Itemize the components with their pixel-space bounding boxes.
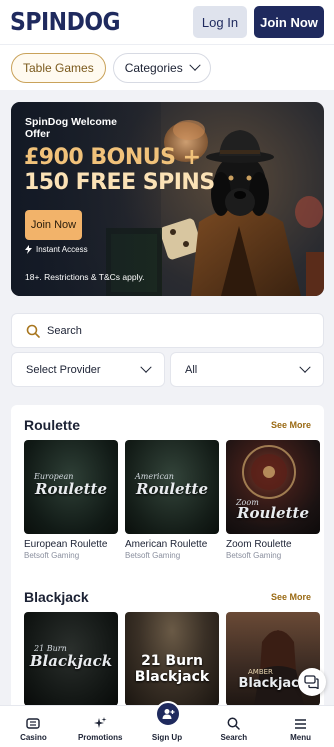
provider-select-value: Select Provider — [26, 363, 101, 376]
banner-bonus-amount: £900 BONUS + — [24, 145, 201, 170]
search-input[interactable]: Search — [11, 313, 324, 348]
thumb-prefix: AMBER — [248, 668, 273, 676]
game-title: American Roulette — [125, 539, 208, 550]
game-title: Zoom Roulette — [226, 539, 292, 550]
header: SPINDOG Log In Join Now — [0, 0, 334, 44]
game-card[interactable]: 21 Burn Blackjack — [24, 612, 118, 705]
chat-icon — [304, 675, 319, 689]
nav-signup-label: Sign Up — [151, 733, 183, 742]
game-thumbnail[interactable]: Zoom Roulette — [226, 440, 320, 534]
nav-promotions-label: Promotions — [77, 733, 123, 742]
game-thumbnail[interactable]: 21 Burn Blackjack — [24, 612, 118, 705]
categories-dropdown[interactable]: Categories — [112, 52, 211, 83]
thumb-prefix: 21 Burn — [141, 653, 203, 669]
game-provider: Betsoft Gaming — [24, 551, 80, 560]
section-title: Roulette — [24, 417, 80, 433]
categories-label: Categories — [124, 60, 183, 75]
sparkle-icon — [94, 717, 107, 728]
instant-access-note: Instant Access — [25, 245, 88, 254]
type-select[interactable]: All — [170, 352, 324, 387]
game-title: European Roulette — [24, 539, 108, 550]
game-card[interactable]: 21 Burn Blackjack — [125, 612, 219, 705]
header-actions: Log In Join Now — [193, 6, 324, 38]
roulette-section-header: Roulette See More — [24, 417, 311, 433]
game-provider: Betsoft Gaming — [226, 551, 282, 560]
type-select-value: All — [185, 363, 198, 376]
section-title: Blackjack — [24, 589, 89, 605]
casino-icon — [26, 718, 41, 729]
game-card[interactable]: Zoom Roulette Zoom Roulette Betsoft Gami… — [226, 440, 320, 560]
game-thumbnail[interactable]: 21 Burn Blackjack — [125, 612, 219, 705]
table-games-chip[interactable]: Table Games — [11, 52, 106, 83]
filter-bar: Table Games Categories — [0, 44, 334, 90]
game-card[interactable]: American Roulette American Roulette Bets… — [125, 440, 219, 560]
game-thumbnail[interactable]: American Roulette — [125, 440, 219, 534]
see-more-link[interactable]: See More — [271, 592, 311, 602]
thumb-name: Blackjack — [29, 652, 113, 670]
thumb-name: Blackjack — [134, 669, 210, 685]
hamburger-menu-icon — [295, 719, 307, 729]
thumb-name: Roulette — [34, 480, 108, 498]
banner-join-now-button[interactable]: Join Now — [25, 210, 82, 240]
banner-free-spins: 150 FREE SPINS — [24, 170, 215, 195]
table-games-label: Table Games — [23, 60, 94, 75]
nav-casino-label: Casino — [20, 733, 47, 742]
nav-search-label: Search — [220, 733, 248, 742]
welcome-offer-banner[interactable]: SpinDog Welcome Offer £900 BONUS + 150 F… — [11, 102, 324, 296]
game-provider: Betsoft Gaming — [125, 551, 181, 560]
thumb-name: Roulette — [135, 480, 209, 498]
signup-fab-button[interactable] — [155, 701, 181, 727]
provider-select[interactable]: Select Provider — [11, 352, 165, 387]
banner-terms[interactable]: 18+. Restrictions & T&Cs apply. — [25, 272, 144, 282]
instant-access-label: Instant Access — [36, 245, 88, 254]
nav-casino[interactable]: Casino — [0, 706, 67, 747]
nav-promotions[interactable]: Promotions — [67, 706, 134, 747]
chevron-down-icon — [299, 361, 311, 373]
spindog-logo[interactable]: SPINDOG — [10, 8, 121, 37]
blackjack-section-header: Blackjack See More — [24, 589, 311, 605]
lightning-icon — [25, 245, 32, 254]
chevron-down-icon — [189, 59, 201, 71]
game-card[interactable]: European Roulette European Roulette Bets… — [24, 440, 118, 560]
thumb-name: Roulette — [236, 504, 310, 522]
search-placeholder: Search — [47, 324, 82, 337]
games-list: Roulette See More European Roulette Euro… — [11, 405, 324, 705]
login-button[interactable]: Log In — [193, 6, 247, 38]
banner-subtitle: SpinDog Welcome Offer — [25, 116, 117, 140]
chevron-down-icon — [140, 361, 152, 373]
nav-search[interactable]: Search — [200, 706, 267, 747]
search-icon — [26, 324, 40, 338]
add-user-icon — [162, 709, 174, 719]
live-chat-button[interactable] — [298, 668, 326, 696]
game-thumbnail[interactable]: European Roulette — [24, 440, 118, 534]
search-icon — [227, 717, 241, 730]
nav-menu[interactable]: Menu — [267, 706, 334, 747]
see-more-link[interactable]: See More — [271, 420, 311, 430]
join-now-button[interactable]: Join Now — [254, 6, 324, 38]
nav-menu-label: Menu — [290, 733, 312, 742]
